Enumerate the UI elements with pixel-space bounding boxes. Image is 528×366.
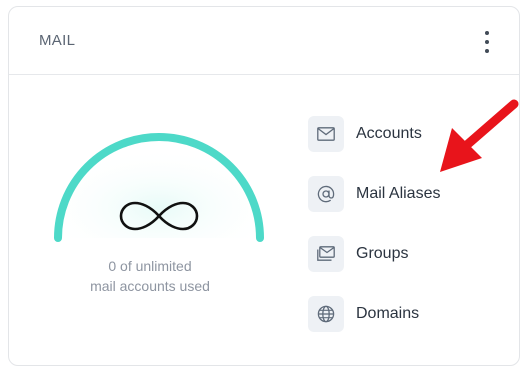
at-sign-icon — [308, 176, 344, 212]
menu-label-accounts: Accounts — [356, 125, 422, 142]
group-mail-icon — [308, 236, 344, 272]
red-arrow-icon — [440, 99, 519, 172]
menu-item-groups[interactable]: Groups — [308, 235, 508, 273]
kebab-menu-icon[interactable] — [483, 31, 491, 53]
usage-line-1: 0 of unlimited — [108, 258, 192, 274]
menu-item-mail-aliases[interactable]: Mail Aliases — [308, 175, 508, 213]
usage-line-2: mail accounts used — [90, 278, 210, 294]
menu-item-domains[interactable]: Domains — [308, 295, 508, 333]
menu-label-groups: Groups — [356, 245, 409, 262]
card-header: MAIL — [9, 7, 519, 75]
envelope-icon — [308, 116, 344, 152]
globe-icon — [308, 296, 344, 332]
card-title: MAIL — [39, 32, 76, 49]
menu-label-mail-aliases: Mail Aliases — [356, 185, 441, 202]
usage-text: 0 of unlimited mail accounts used — [60, 256, 240, 296]
menu-label-domains: Domains — [356, 305, 420, 322]
usage-gauge — [44, 122, 264, 252]
